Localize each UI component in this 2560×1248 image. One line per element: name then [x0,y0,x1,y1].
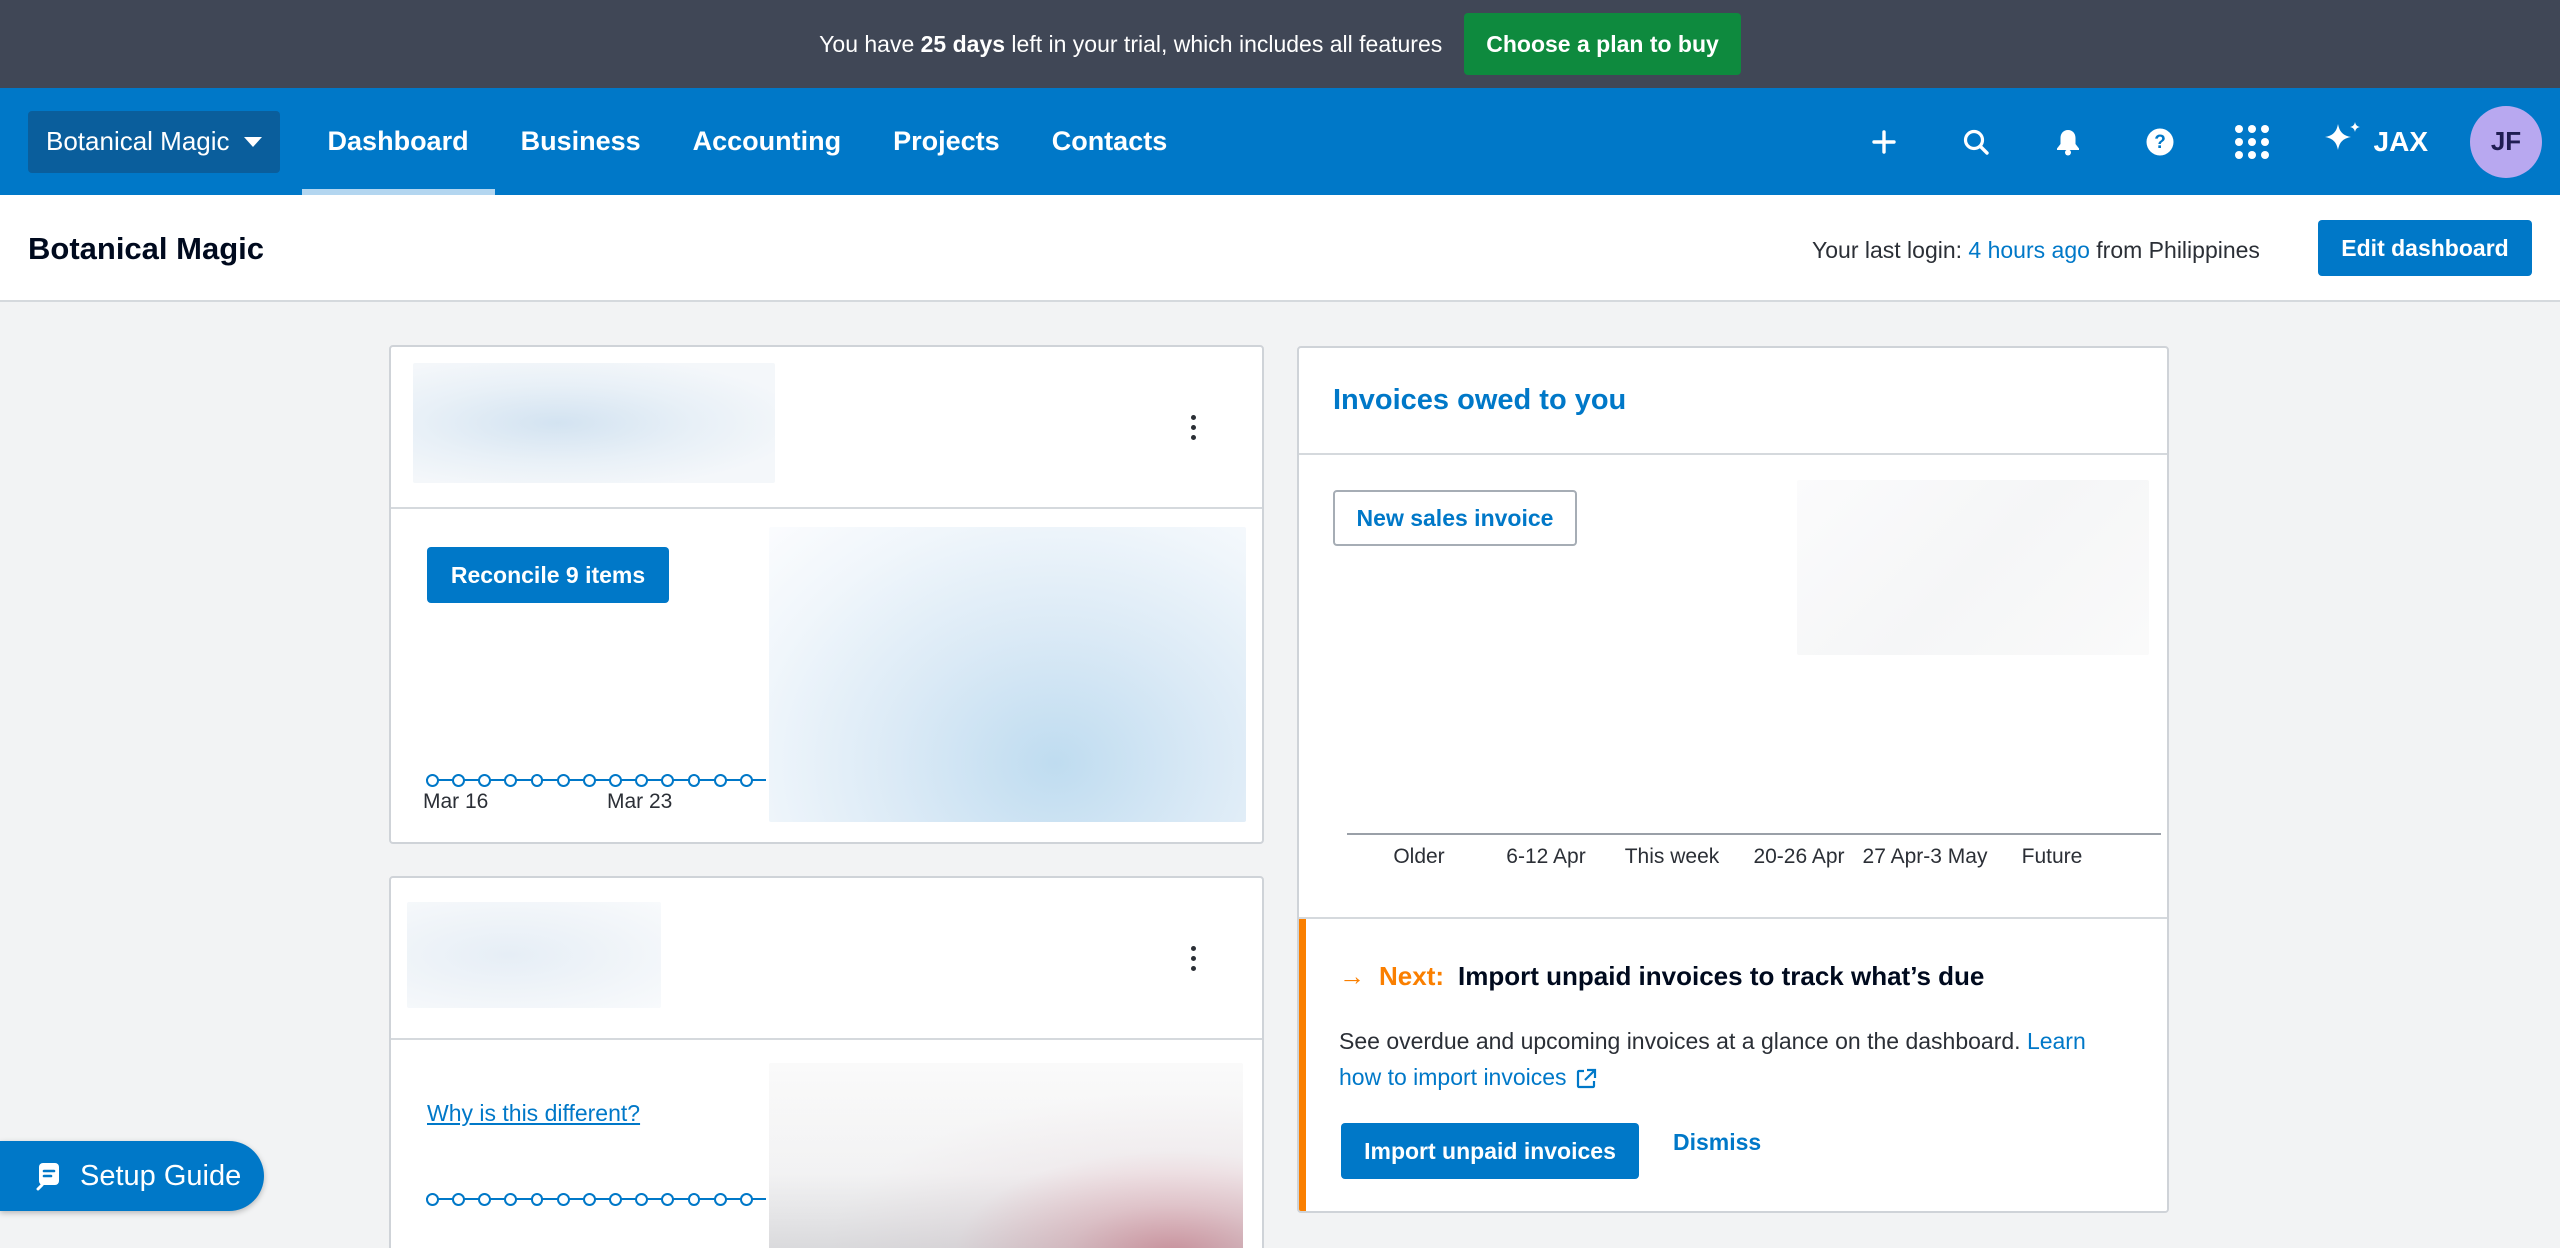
axis-label: Mar 16 [423,790,489,813]
balance-sparkline [426,772,766,788]
tab-accounting[interactable]: Accounting [667,88,868,195]
next-step-description: See overdue and upcoming invoices at a g… [1339,1023,2129,1095]
next-step-panel: → Next: Import unpaid invoices to track … [1299,919,2167,1211]
trial-text-suffix: left in your trial, which includes all f… [1005,30,1443,57]
next-step-heading: → Next: Import unpaid invoices to track … [1339,961,1984,992]
search-icon[interactable] [1930,88,2022,195]
external-link-icon[interactable] [1575,1068,1597,1090]
category-label: Older [1393,845,1445,868]
setup-guide-icon [36,1163,59,1191]
plus-icon[interactable] [1838,88,1930,195]
dismiss-button[interactable]: Dismiss [1673,1129,1761,1156]
category-label: 20-26 Apr [1753,845,1845,868]
more-options-icon[interactable] [1178,938,1208,978]
last-login-prefix: Your last login: [1812,237,1969,263]
blurred-balance-chart [769,527,1246,822]
category-label: 6-12 Apr [1506,845,1586,868]
card-divider [1299,453,2167,455]
blurred-title [413,363,775,483]
last-login-link[interactable]: 4 hours ago [1968,237,2089,263]
main-nav: Botanical Magic Dashboard Business Accou… [0,88,2560,195]
blurred-chart [769,1063,1243,1248]
tab-business[interactable]: Business [495,88,667,195]
invoices-title[interactable]: Invoices owed to you [1333,384,1626,417]
axis-label: Mar 23 [607,790,673,813]
blurred-title [407,902,661,1008]
arrow-right-icon: → [1339,961,1365,991]
page-title: Botanical Magic [28,231,264,266]
why-different-link[interactable]: Why is this different? [427,1100,640,1127]
tab-dashboard[interactable]: Dashboard [301,88,495,195]
svg-text:?: ? [2154,132,2166,153]
account-watchlist-card: Why is this different? [389,876,1264,1248]
invoices-card: Invoices owed to you New sales invoice O… [1297,346,2169,1213]
org-switcher-label: Botanical Magic [46,126,230,156]
next-step-body: See overdue and upcoming invoices at a g… [1339,1028,2027,1054]
page-header: Botanical Magic Your last login: 4 hours… [0,195,2560,302]
help-icon[interactable]: ? [2114,88,2206,195]
org-switcher[interactable]: Botanical Magic [28,110,280,173]
category-label: Future [2021,845,2083,868]
balance-sparkline [426,1191,766,1207]
new-sales-invoice-button[interactable]: New sales invoice [1333,490,1577,546]
blurred-chart-legend [1797,480,2149,655]
card-divider [391,507,1262,509]
trial-text-prefix: You have [819,30,921,57]
tab-projects[interactable]: Projects [867,88,1026,195]
bank-account-card: Reconcile 9 items Mar 16 Mar 23 [389,345,1264,844]
next-step-title: Import unpaid invoices to track what’s d… [1458,961,1985,991]
chart-axis [1347,833,2161,835]
more-options-icon[interactable] [1178,407,1208,447]
caret-down-icon [243,136,262,147]
avatar[interactable]: JF [2470,105,2542,178]
import-unpaid-invoices-button[interactable]: Import unpaid invoices [1341,1123,1639,1179]
setup-guide-label: Setup Guide [80,1159,242,1192]
trial-banner: You have 25 days left in your trial, whi… [0,0,2560,88]
choose-plan-button[interactable]: Choose a plan to buy [1464,13,1741,75]
jax-button[interactable]: JAX [2298,120,2470,164]
category-label: 27 Apr-3 May [1862,845,1988,868]
trial-days: 25 days [920,30,1006,57]
last-login: Your last login: 4 hours ago from Philip… [1812,237,2260,264]
edit-dashboard-button[interactable]: Edit dashboard [2318,220,2532,276]
nav-tabs: Dashboard Business Accounting Projects C… [301,88,1194,195]
tab-contacts[interactable]: Contacts [1026,88,1194,195]
next-label: Next: [1379,961,1445,991]
nav-actions: ? JAX JF [1838,88,2560,195]
bell-icon[interactable] [2022,88,2114,195]
apps-grid-icon[interactable] [2206,88,2298,195]
reconcile-button[interactable]: Reconcile 9 items [427,547,669,603]
accent-bar [1299,919,1306,1211]
card-divider [391,1038,1262,1040]
jax-label: JAX [2373,125,2428,157]
category-label: This week [1624,845,1720,868]
last-login-suffix: from Philippines [2089,237,2260,263]
setup-guide-button[interactable]: Setup Guide [0,1141,264,1211]
sparkle-icon [2324,121,2360,150]
